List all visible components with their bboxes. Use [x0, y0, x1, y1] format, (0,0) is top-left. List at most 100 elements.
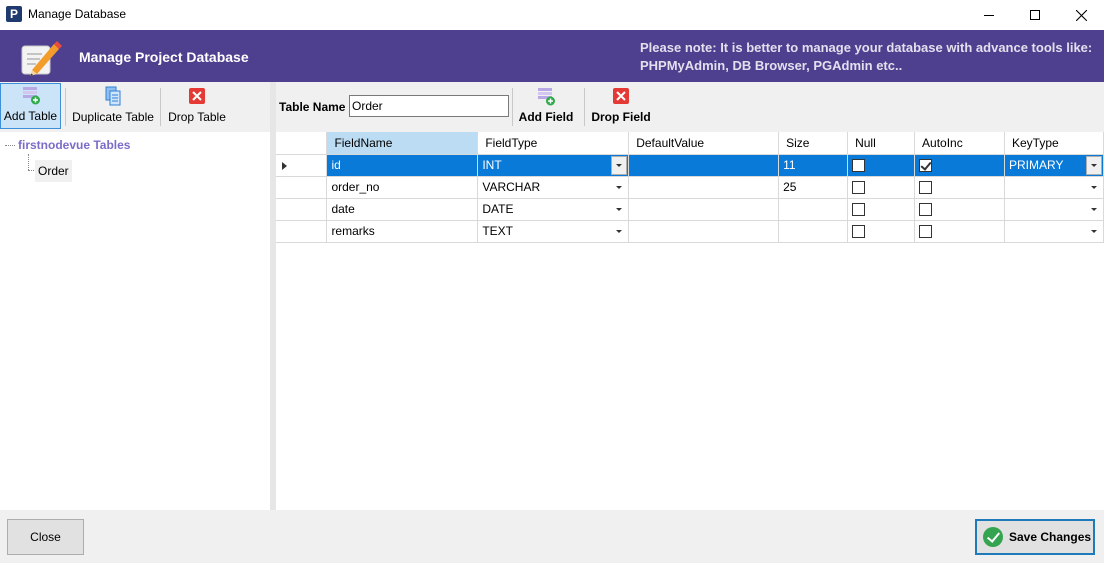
cell-autoinc[interactable]: [914, 220, 1005, 243]
tree-node-order[interactable]: Order: [35, 160, 72, 182]
grid-corner: [276, 132, 328, 155]
dropdown-button[interactable]: [1086, 222, 1102, 241]
cell-defaultvalue[interactable]: [628, 198, 780, 221]
null-checkbox[interactable]: [852, 203, 866, 217]
column-header-fieldtype[interactable]: FieldType: [477, 132, 630, 155]
add-table-label: Add Table: [3, 109, 58, 123]
cell-autoinc[interactable]: [914, 198, 1005, 221]
cell-keytype[interactable]: [1004, 198, 1104, 221]
table-toolbar: Add Table Duplicate Table Drop Table: [0, 82, 270, 132]
dropdown-button[interactable]: [1086, 200, 1102, 219]
drop-field-button[interactable]: Drop Field: [589, 83, 653, 129]
add-table-button[interactable]: Add Table: [0, 83, 61, 129]
chevron-down-icon: [616, 207, 623, 211]
null-checkbox[interactable]: [852, 159, 866, 173]
cell-fieldname[interactable]: order_no: [326, 176, 479, 199]
chevron-down-icon: [616, 163, 623, 167]
maximize-icon: [1030, 10, 1040, 20]
dropdown-button[interactable]: [1086, 178, 1102, 197]
table-row[interactable]: id INT 11 PRIMARY: [276, 154, 1104, 177]
table-name-label: Table Name: [279, 100, 346, 114]
autoinc-checkbox[interactable]: [919, 225, 933, 239]
cell-defaultvalue[interactable]: [628, 176, 780, 199]
column-header-autoinc[interactable]: AutoInc: [914, 132, 1005, 155]
autoinc-checkbox[interactable]: [919, 159, 933, 173]
column-header-defaultvalue[interactable]: DefaultValue: [628, 132, 780, 155]
duplicate-table-button[interactable]: Duplicate Table: [70, 83, 156, 129]
row-header[interactable]: [276, 198, 328, 221]
chevron-down-icon: [1091, 185, 1097, 189]
cell-autoinc[interactable]: [914, 176, 1005, 199]
cell-null[interactable]: [847, 220, 916, 243]
dropdown-button[interactable]: [1086, 155, 1102, 175]
autoinc-checkbox[interactable]: [919, 181, 933, 195]
table-row[interactable]: remarks TEXT: [276, 220, 1104, 243]
cell-null[interactable]: [847, 198, 916, 221]
save-changes-button[interactable]: Save Changes: [975, 519, 1095, 555]
autoinc-checkbox[interactable]: [919, 203, 933, 217]
cell-defaultvalue[interactable]: [628, 220, 780, 243]
dropdown-button[interactable]: [611, 222, 627, 241]
drop-table-button[interactable]: Drop Table: [166, 83, 228, 129]
row-header[interactable]: [276, 220, 328, 243]
pencil-note-icon: [21, 41, 62, 76]
cell-fieldname[interactable]: id: [326, 154, 479, 177]
toolbar-separator: [160, 88, 161, 126]
banner-note-line-2: PHPMyAdmin, DB Browser, PGAdmin etc..: [640, 58, 903, 73]
banner-note-line-1: Please note: It is better to manage your…: [640, 40, 1093, 55]
maximize-button[interactable]: [1012, 0, 1058, 30]
column-header-keytype[interactable]: KeyType: [1004, 132, 1104, 155]
minimize-icon: [984, 15, 994, 16]
footer-bar: Close Save Changes: [0, 510, 1104, 563]
cell-fieldtype[interactable]: TEXT: [477, 220, 630, 243]
table-row[interactable]: date DATE: [276, 198, 1104, 221]
cell-fieldtype[interactable]: VARCHAR: [477, 176, 630, 199]
row-header[interactable]: [276, 154, 328, 177]
cell-keytype[interactable]: PRIMARY: [1004, 154, 1104, 177]
dropdown-button[interactable]: [611, 178, 627, 197]
add-table-icon: [22, 87, 40, 105]
table-row[interactable]: order_no VARCHAR 25: [276, 176, 1104, 199]
drop-table-label: Drop Table: [168, 110, 226, 124]
null-checkbox[interactable]: [852, 181, 866, 195]
manage-database-window: P Manage Database Manage Project Databas…: [0, 0, 1104, 563]
row-header[interactable]: [276, 176, 328, 199]
table-name-input[interactable]: [349, 95, 509, 117]
cell-null[interactable]: [847, 154, 916, 177]
cell-size[interactable]: [778, 198, 849, 221]
cell-null[interactable]: [847, 176, 916, 199]
tree-root-node[interactable]: firstnodevue Tables: [5, 138, 130, 152]
fields-grid: FieldName FieldType DefaultValue Size Nu…: [276, 132, 1104, 243]
cell-autoinc[interactable]: [914, 154, 1005, 177]
cell-size[interactable]: 25: [778, 176, 849, 199]
toolbar-separator: [512, 88, 513, 126]
cell-fieldname[interactable]: remarks: [326, 220, 479, 243]
column-header-null[interactable]: Null: [847, 132, 916, 155]
minimize-button[interactable]: [966, 0, 1012, 30]
cell-fieldname[interactable]: date: [326, 198, 479, 221]
chevron-down-icon: [616, 185, 623, 189]
column-header-fieldname[interactable]: FieldName: [326, 132, 479, 155]
column-header-size[interactable]: Size: [778, 132, 849, 155]
toolbar-separator: [584, 88, 585, 126]
cell-keytype[interactable]: [1004, 220, 1104, 243]
add-field-label: Add Field: [518, 110, 574, 124]
dropdown-button[interactable]: [611, 200, 627, 219]
add-field-button[interactable]: Add Field: [517, 83, 575, 129]
close-button[interactable]: Close: [7, 519, 84, 555]
cell-fieldtype[interactable]: DATE: [477, 198, 630, 221]
cell-defaultvalue[interactable]: [628, 154, 780, 177]
null-checkbox[interactable]: [852, 225, 866, 239]
close-window-button[interactable]: [1058, 0, 1104, 30]
cell-size[interactable]: [778, 220, 849, 243]
toolbar-separator: [65, 88, 66, 126]
header-banner: Manage Project Database Please note: It …: [0, 30, 1104, 82]
tree-connector: [5, 144, 15, 146]
app-p-icon: P: [6, 6, 22, 22]
cell-keytype[interactable]: [1004, 176, 1104, 199]
cell-fieldtype[interactable]: INT: [477, 154, 630, 177]
cell-size[interactable]: 11: [778, 154, 849, 177]
fieldtype-value: TEXT: [482, 224, 513, 238]
dropdown-button[interactable]: [611, 155, 628, 175]
tables-tree: firstnodevue Tables Order: [0, 132, 270, 510]
